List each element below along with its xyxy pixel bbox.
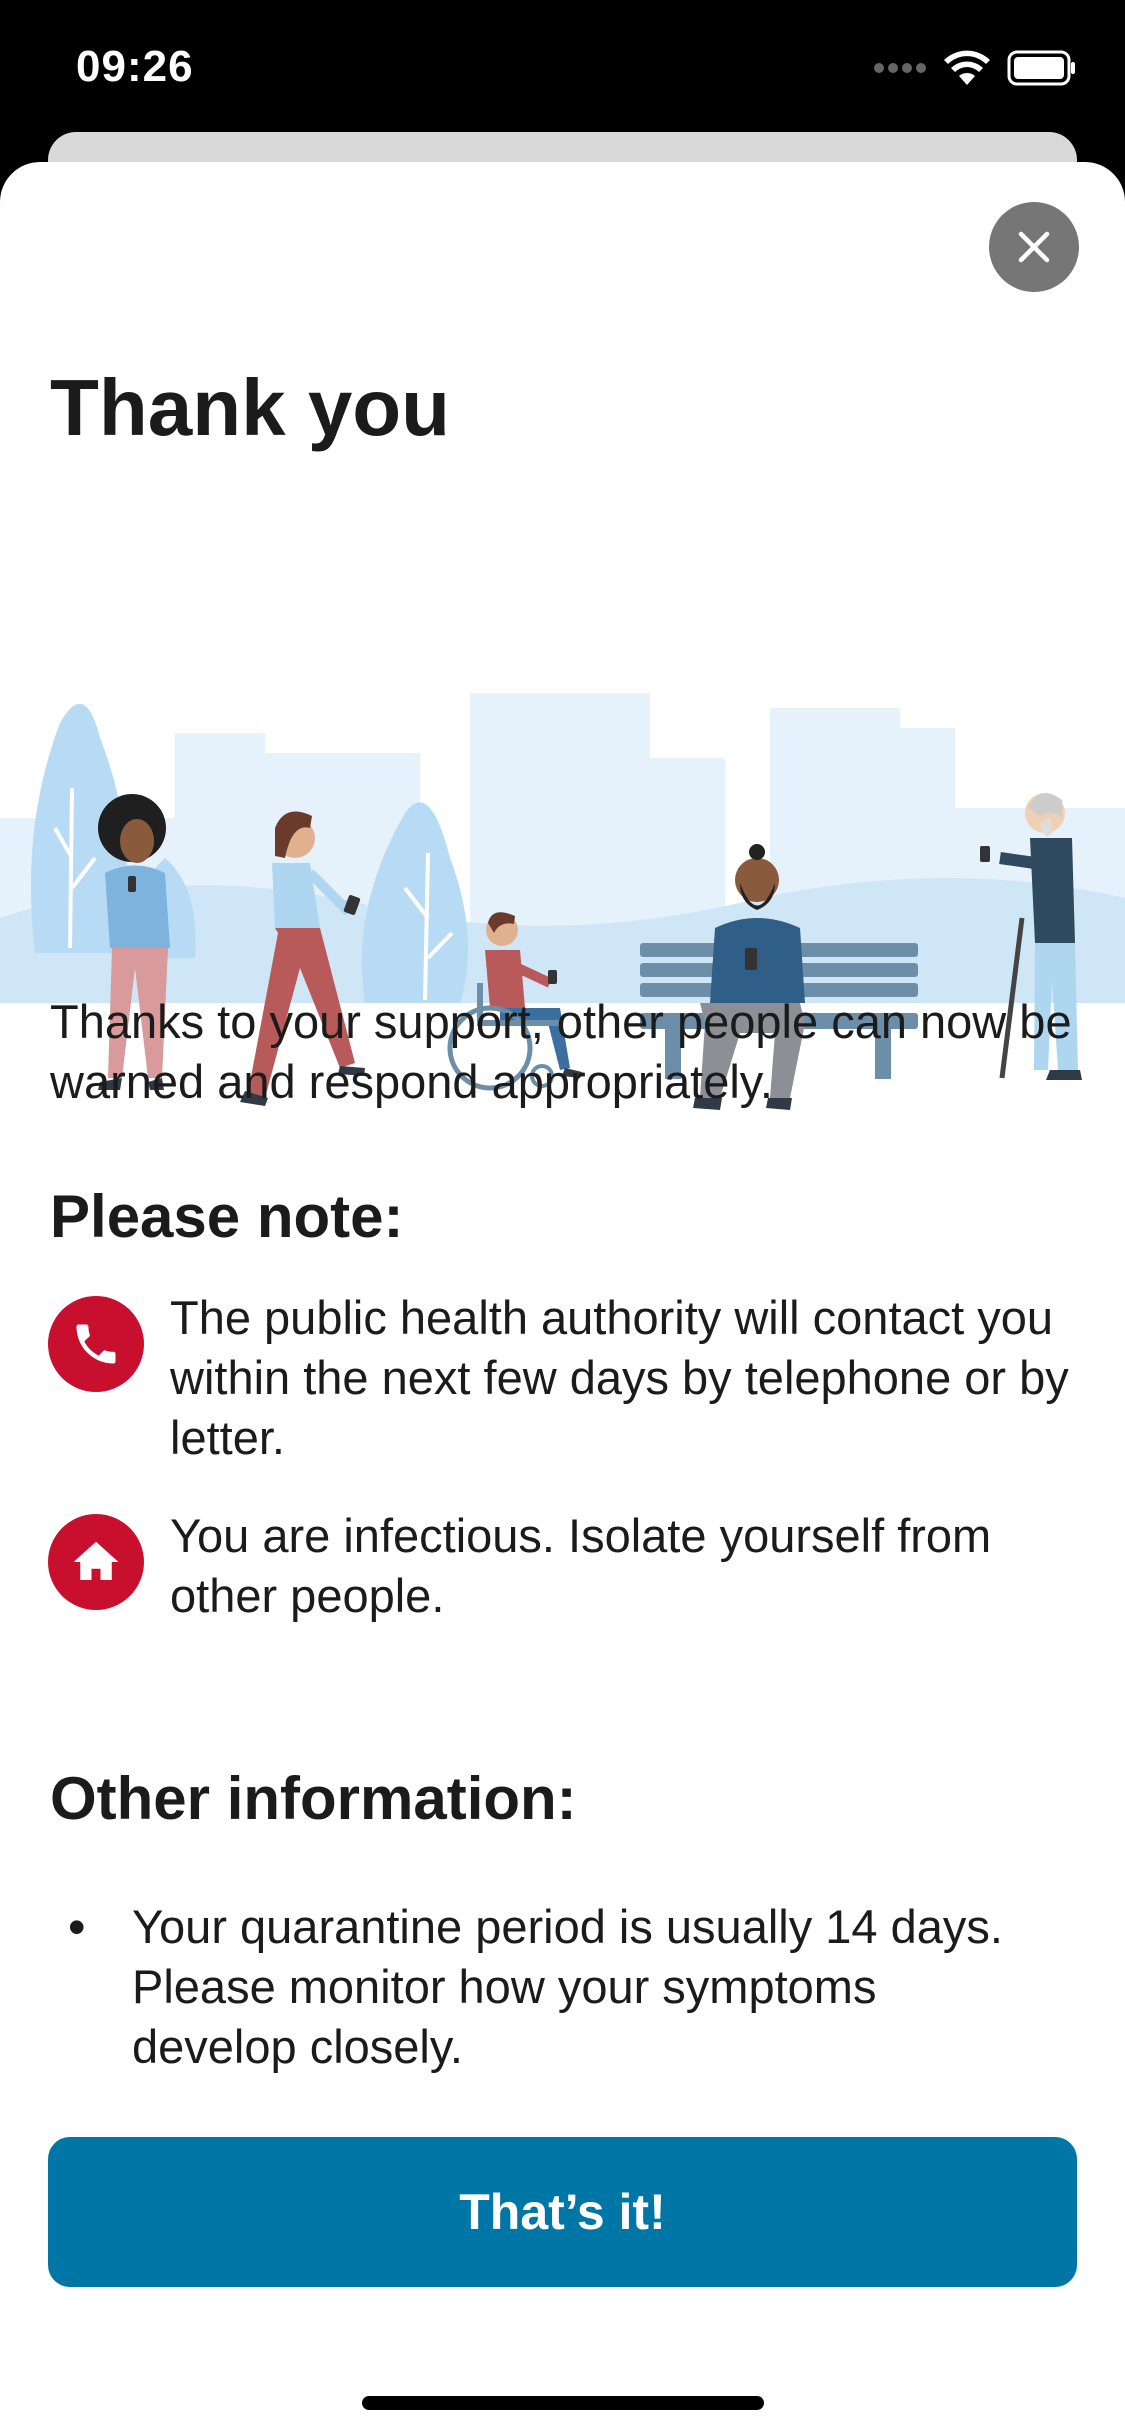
thats-it-button[interactable]: That’s it! [48,2137,1077,2287]
wifi-icon [944,50,990,85]
intro-text: Thanks to your support, other people can… [50,995,1072,1108]
page-title: Thank you [50,363,451,452]
close-icon [1018,231,1050,263]
home-indicator[interactable] [362,2396,764,2410]
cellular-signal-icon [874,63,926,73]
battery-icon [1007,50,1075,86]
list-item: • Your quarantine period is usually 14 d… [68,1897,1058,2077]
other-information-heading: Other information: [50,1765,577,1832]
note-text-isolate: You are infectious. Isolate yourself fro… [170,1509,992,1622]
bullet-text-quarantine: Your quarantine period is usually 14 day… [132,1900,1003,2073]
close-button[interactable] [989,202,1079,292]
bullet-icon: • [68,1899,86,1955]
note-item-isolate: You are infectious. Isolate yourself fro… [48,1506,1088,1626]
status-bar: 09:26 [0,0,1125,150]
status-icons [873,48,1077,88]
status-time: 09:26 [76,42,194,91]
home-icon [48,1514,144,1610]
modal-sheet: Thank you Thanks to your support, other … [0,162,1125,2436]
please-note-heading: Please note: [50,1183,404,1250]
note-text-contact: The public health authority will contact… [170,1291,1069,1464]
phone-icon [48,1296,144,1392]
note-item-contact: The public health authority will contact… [48,1288,1088,1468]
